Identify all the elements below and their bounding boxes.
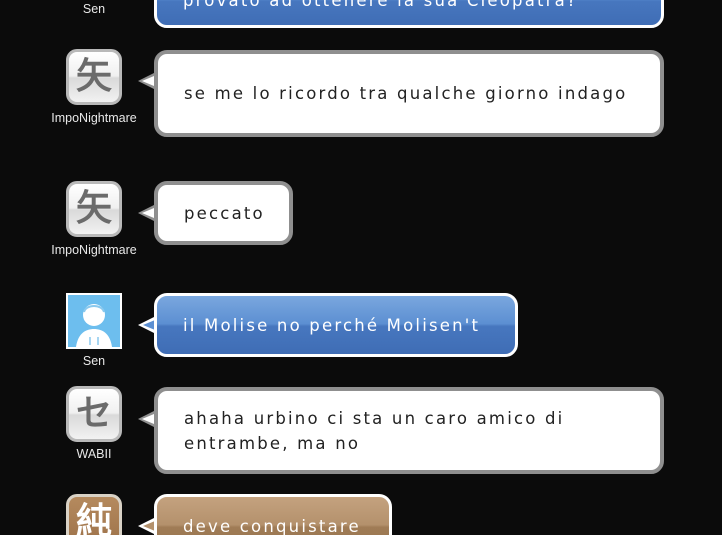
- message-bubble: peccato: [154, 181, 293, 245]
- avatar-glyph: 純: [75, 501, 112, 535]
- message-text: provato ad ottenere la sua Cleopatra?: [183, 0, 578, 10]
- avatar-glyph: 矢: [75, 56, 112, 97]
- message-bubble: il Molise no perché Molisen't: [154, 293, 518, 357]
- avatar-glyph: セ: [75, 393, 112, 434]
- message-text: il Molise no perché Molisen't: [183, 315, 481, 335]
- user-avatar[interactable]: [66, 293, 122, 349]
- user-avatar[interactable]: 矢: [66, 181, 122, 237]
- message-bubble: deve conquistare: [154, 494, 392, 535]
- avatar-glyph: 矢: [75, 188, 112, 229]
- username: ImpoNightmare: [51, 243, 137, 257]
- user-avatar[interactable]: セ: [66, 386, 122, 442]
- username: ImpoNightmare: [51, 111, 137, 125]
- user-avatar[interactable]: 矢: [66, 49, 122, 105]
- message-bubble: ahaha urbino ci sta un caro amico di ent…: [154, 387, 664, 474]
- message-bubble: provato ad ottenere la sua Cleopatra?: [154, 0, 664, 28]
- message-text: peccato: [184, 203, 265, 223]
- username: WABII: [76, 447, 112, 461]
- username: Sen: [82, 2, 106, 16]
- message-text: deve conquistare: [183, 516, 361, 535]
- username: Sen: [82, 354, 106, 368]
- message-text: ahaha urbino ci sta un caro amico di ent…: [184, 408, 565, 453]
- chat-transcript: Sen provato ad ottenere la sua Cleopatra…: [0, 0, 722, 535]
- message-bubble: se me lo ricordo tra qualche giorno inda…: [154, 50, 664, 137]
- person-avatar-icon: [68, 295, 120, 347]
- message-text: se me lo ricordo tra qualche giorno inda…: [184, 84, 628, 103]
- user-avatar[interactable]: 純: [66, 494, 122, 535]
